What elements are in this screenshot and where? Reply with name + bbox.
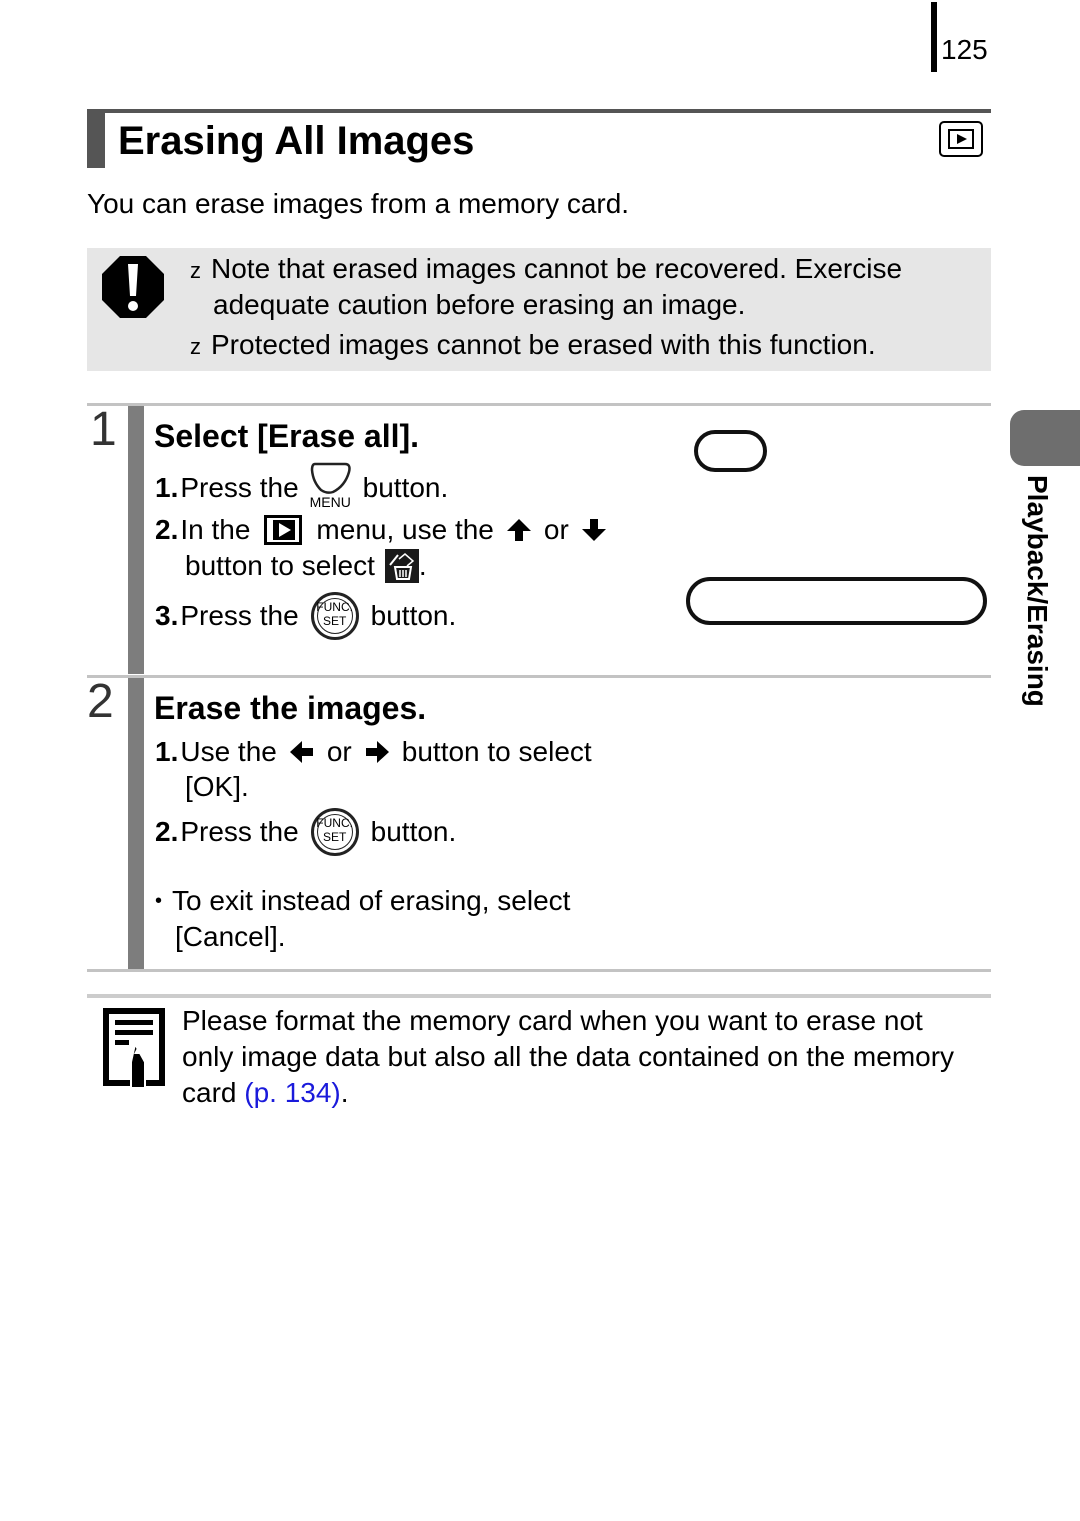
- func-set-button-icon: FUNC. SET: [310, 808, 359, 856]
- note-text: Please format the memory card when you w…: [182, 1005, 923, 1036]
- camera-screen-diagram: [686, 577, 987, 625]
- camera-button-diagram: [694, 430, 767, 472]
- step-bar: [128, 406, 144, 674]
- erase-all-icon: [384, 549, 419, 583]
- step-number: 2: [87, 675, 114, 728]
- up-arrow-icon: [506, 519, 531, 541]
- left-arrow-icon: [289, 741, 313, 763]
- substep: 2. In the menu, use the or: [155, 513, 619, 547]
- step-divider: [87, 403, 991, 406]
- caution-icon: [102, 256, 164, 318]
- bullet-note-cont: [Cancel].: [175, 921, 286, 952]
- step-bar: [128, 678, 144, 970]
- note-divider: [87, 994, 991, 998]
- title-rule: [87, 109, 991, 113]
- bullet-note: • To exit instead of erasing, select: [155, 885, 571, 916]
- step-end-divider: [87, 969, 991, 972]
- chapter-label: Playback/Erasing: [1022, 475, 1053, 707]
- playback-menu-icon: [264, 515, 303, 545]
- note-text: card (p. 134).: [182, 1077, 349, 1108]
- substep: 1. Use the or button to select: [155, 736, 592, 767]
- page-title: Erasing All Images: [118, 119, 475, 163]
- intro-text: You can erase images from a memory card.: [87, 188, 630, 219]
- page-number: 125: [941, 34, 988, 65]
- substep-cont: button to select .: [185, 549, 427, 583]
- caution-item: z Protected images cannot be erased with …: [190, 329, 876, 360]
- substep: 2. Press the FUNC. SET button.: [155, 808, 456, 856]
- func-set-button-icon: FUNC. SET: [310, 592, 359, 640]
- step-heading: Erase the images.: [154, 690, 427, 726]
- note-text: only image data but also all the data co…: [182, 1041, 955, 1072]
- memo-note-icon: [103, 1008, 165, 1089]
- title-accent-bar: [87, 113, 105, 168]
- down-arrow-icon: [581, 519, 606, 541]
- step-heading: Select [Erase all].: [154, 418, 420, 454]
- caution-item-cont: adequate caution before erasing an image…: [213, 289, 746, 320]
- page-link[interactable]: (p. 134): [244, 1077, 341, 1108]
- playback-mode-icon: [939, 121, 983, 157]
- substep: 3. Press the FUNC. SET button.: [155, 592, 456, 640]
- substep: 1. Press the MENU button.: [155, 462, 448, 514]
- right-arrow-icon: [365, 741, 389, 763]
- step-divider: [87, 675, 991, 678]
- step-number: 1: [90, 403, 117, 456]
- chapter-tab: [1010, 410, 1080, 466]
- caution-item: z Note that erased images cannot be recov…: [190, 253, 903, 284]
- page-number-bar: [931, 2, 937, 72]
- substep-cont: [OK].: [185, 771, 249, 802]
